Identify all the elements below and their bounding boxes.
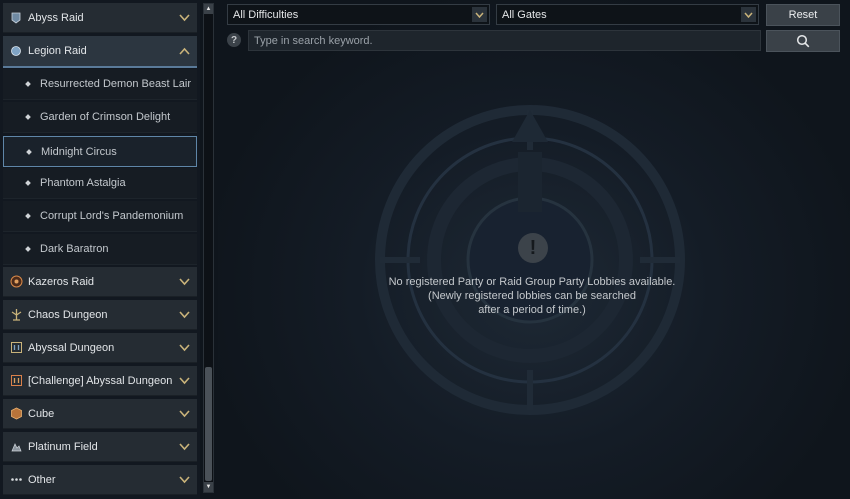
category-abyssal-dungeon[interactable]: Abyssal Dungeon <box>3 333 197 363</box>
legion-raid-item[interactable]: Corrupt Lord's Pandemonium <box>3 201 197 232</box>
category-challenge-abyssal-dungeon[interactable]: [Challenge] Abyssal Dungeon <box>3 366 197 396</box>
legion-raid-item[interactable]: Phantom Astalgia <box>3 168 197 199</box>
scroll-up-arrow-icon[interactable]: ▲ <box>204 4 213 14</box>
chevron-down-icon[interactable] <box>177 11 191 25</box>
reset-button[interactable]: Reset <box>766 4 840 26</box>
scroll-thumb[interactable] <box>205 367 212 481</box>
chevron-down-icon[interactable] <box>177 407 191 421</box>
legion-raid-item[interactable]: Garden of Crimson Delight <box>3 102 197 133</box>
bullet-icon <box>25 114 31 120</box>
help-icon[interactable]: ? <box>227 33 241 47</box>
category-kazeros-raid[interactable]: Kazeros Raid <box>3 267 197 297</box>
category-label: Other <box>28 473 56 486</box>
chevron-up-icon[interactable] <box>177 44 191 58</box>
chevron-down-icon[interactable] <box>177 473 191 487</box>
item-label: Midnight Circus <box>41 145 117 158</box>
chevron-down-icon[interactable] <box>177 440 191 454</box>
more-dots-icon <box>8 472 24 488</box>
search-icon <box>796 34 810 48</box>
alert-exclamation-icon: ! <box>518 233 548 263</box>
category-abyss-raid[interactable]: Abyss Raid <box>3 3 197 33</box>
legion-raid-icon <box>8 43 24 59</box>
category-label: Legion Raid <box>28 45 87 57</box>
category-label: Chaos Dungeon <box>28 308 108 321</box>
abyss-raid-icon <box>8 10 24 26</box>
sidebar-scrollbar[interactable]: ▲ ▼ <box>203 3 214 493</box>
category-label: Abyssal Dungeon <box>28 341 115 354</box>
difficulty-dropdown[interactable]: All Difficulties <box>227 4 490 25</box>
kazeros-raid-icon <box>8 274 24 290</box>
item-label: Corrupt Lord's Pandemonium <box>40 210 184 222</box>
bullet-icon <box>26 148 32 155</box>
item-label: Dark Baratron <box>40 243 109 255</box>
difficulty-value: All Difficulties <box>233 8 299 21</box>
empty-state-line: No registered Party or Raid Group Party … <box>388 276 676 288</box>
category-label: Abyss Raid <box>28 11 84 24</box>
item-label: Resurrected Demon Beast Lair <box>40 78 192 90</box>
search-input[interactable] <box>248 30 761 51</box>
cube-icon <box>8 406 24 422</box>
abyssal-dungeon-icon <box>8 340 24 356</box>
bullet-icon <box>25 180 31 186</box>
category-label: [Challenge] Abyssal Dungeon <box>28 374 173 387</box>
category-legion-raid[interactable]: Legion Raid <box>3 36 197 68</box>
gates-value: All Gates <box>502 8 547 21</box>
empty-state-line: (Newly registered lobbies can be searche… <box>428 290 636 302</box>
category-label: Cube <box>28 407 55 420</box>
bullet-icon <box>25 213 31 219</box>
empty-state-line: after a period of time.) <box>478 304 586 316</box>
category-label: Kazeros Raid <box>28 275 95 288</box>
platinum-field-icon <box>8 439 24 455</box>
chevron-down-icon[interactable] <box>741 7 756 22</box>
chevron-down-icon[interactable] <box>177 308 191 322</box>
scroll-down-arrow-icon[interactable]: ▼ <box>204 482 213 492</box>
search-button[interactable] <box>766 30 840 52</box>
chevron-down-icon[interactable] <box>177 341 191 355</box>
chevron-down-icon[interactable] <box>472 7 487 22</box>
chevron-down-icon[interactable] <box>177 374 191 388</box>
legion-raid-item-selected[interactable]: Midnight Circus <box>3 136 197 167</box>
category-platinum-field[interactable]: Platinum Field <box>3 432 197 462</box>
legion-raid-item[interactable]: Resurrected Demon Beast Lair <box>3 69 197 100</box>
challenge-abyssal-dungeon-icon <box>8 373 24 389</box>
category-chaos-dungeon[interactable]: Chaos Dungeon <box>3 300 197 330</box>
legion-raid-item[interactable]: Dark Baratron <box>3 234 197 265</box>
category-cube[interactable]: Cube <box>3 399 197 429</box>
category-other[interactable]: Other <box>3 465 197 495</box>
chaos-dungeon-icon <box>8 307 24 323</box>
item-label: Garden of Crimson Delight <box>40 111 171 123</box>
empty-state-message: No registered Party or Raid Group Party … <box>360 275 704 317</box>
bullet-icon <box>25 246 31 252</box>
item-label: Phantom Astalgia <box>40 177 126 189</box>
bullet-icon <box>25 81 31 87</box>
raid-category-sidebar: Abyss Raid Legion Raid Resurrected Demon… <box>0 0 200 499</box>
category-label: Platinum Field <box>28 440 98 453</box>
gates-dropdown[interactable]: All Gates <box>496 4 759 25</box>
chevron-down-icon[interactable] <box>177 275 191 289</box>
